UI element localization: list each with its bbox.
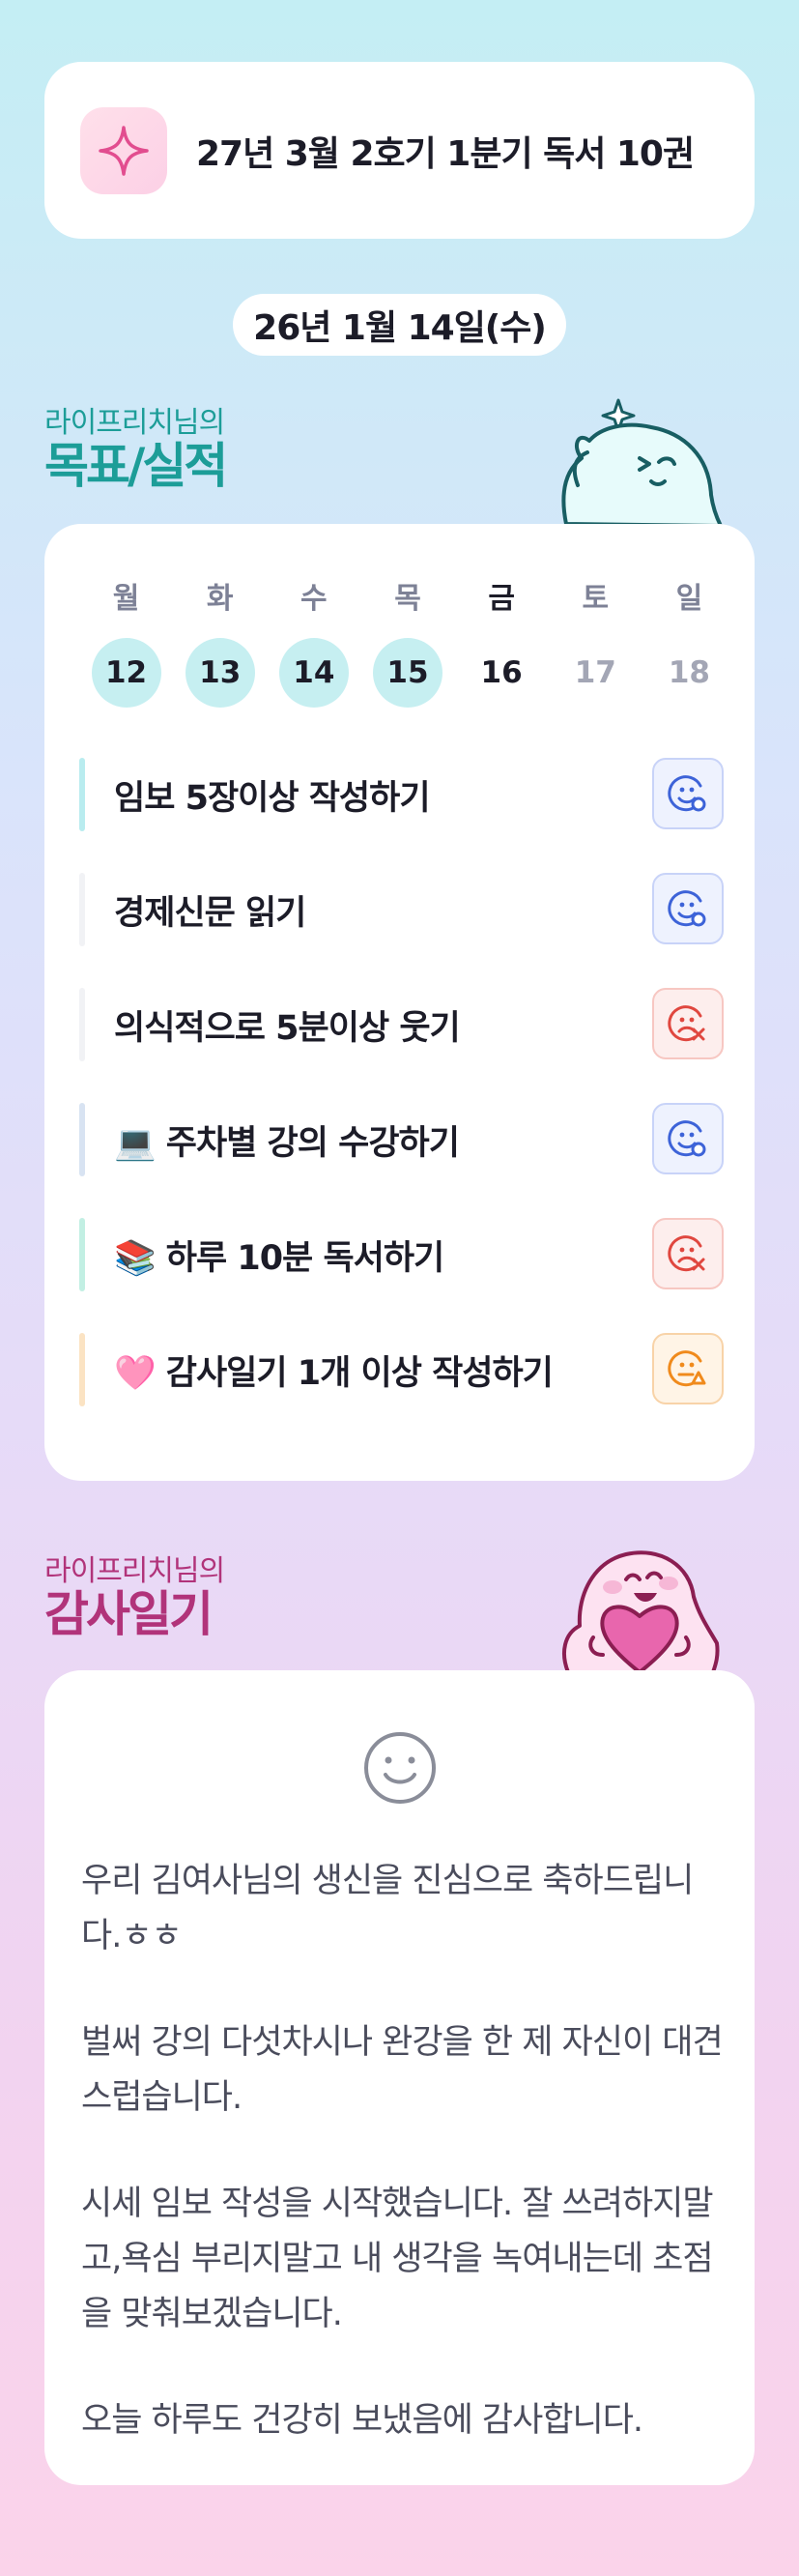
weekday-label: 목 bbox=[394, 582, 421, 616]
calendar-day[interactable]: 18 bbox=[642, 638, 736, 708]
goal-color-bar bbox=[79, 1333, 85, 1406]
goal-row[interactable]: 의식적으로 5분이상 웃기 bbox=[79, 988, 724, 1061]
calendar-day-today[interactable]: 16 bbox=[455, 638, 549, 708]
goals-card: 월 화 수 목 금 토 일 12 13 14 15 16 17 18 임보 5장… bbox=[44, 524, 755, 1481]
goal-row[interactable]: 경제신문 읽기 bbox=[79, 873, 724, 946]
weekday-label: 월 bbox=[112, 582, 140, 616]
goal-label: 의식적으로 5분이상 웃기 bbox=[114, 1008, 461, 1048]
weekday-header: 월 화 수 목 금 토 일 bbox=[79, 574, 736, 617]
sad-status-icon[interactable] bbox=[652, 988, 724, 1059]
diary-text[interactable]: 우리 김여사님의 생신을 진심으로 축하드립니다.ㅎㅎ 벌써 강의 다섯차시나 … bbox=[81, 1854, 728, 2500]
sad-status-icon[interactable] bbox=[652, 1218, 724, 1289]
goal-row[interactable]: 📚 하루 10분 독서하기 bbox=[79, 1218, 724, 1291]
neutral-status-icon[interactable] bbox=[652, 1333, 724, 1404]
goal-color-bar bbox=[79, 873, 85, 946]
goal-row[interactable]: 🩷 감사일기 1개 이상 작성하기 bbox=[79, 1333, 724, 1406]
smile-status-icon[interactable] bbox=[652, 758, 724, 829]
heart-mascot-illustration bbox=[555, 1537, 728, 1676]
weekday-label-today: 금 bbox=[488, 582, 515, 616]
goal-label: 경제신문 읽기 bbox=[114, 893, 306, 933]
sparkle-icon bbox=[80, 106, 167, 194]
diary-paragraph: 시세 임보 작성을 시작했습니다. 잘 쓰려하지말고,욕심 부리지말고 내 생각… bbox=[81, 2185, 714, 2333]
goal-color-bar bbox=[79, 1103, 85, 1176]
goal-label: 임보 5장이상 작성하기 bbox=[114, 778, 431, 818]
goals-section-title: 목표/실적 bbox=[44, 438, 228, 494]
diary-paragraph: 벌써 강의 다섯차시나 완강을 한 제 자신이 대견스럽습니다. bbox=[81, 2023, 724, 2117]
goal-label: 🩷 감사일기 1개 이상 작성하기 bbox=[114, 1353, 554, 1393]
calendar-day[interactable]: 13 bbox=[173, 638, 267, 708]
weekday-label: 수 bbox=[300, 582, 328, 616]
goal-color-bar bbox=[79, 758, 85, 831]
weekday-label: 토 bbox=[582, 582, 610, 616]
goal-banner-text: 27년 3월 2호기 1분기 독서 10권 bbox=[196, 133, 695, 174]
goal-color-bar bbox=[79, 988, 85, 1061]
goal-label: 📚 하루 10분 독서하기 bbox=[114, 1238, 444, 1278]
calendar-day[interactable]: 17 bbox=[549, 638, 642, 708]
goal-banner-card[interactable]: 27년 3월 2호기 1분기 독서 10권 bbox=[44, 62, 755, 239]
weekday-label: 일 bbox=[675, 582, 703, 616]
thanks-diary-card: 우리 김여사님의 생신을 진심으로 축하드립니다.ㅎㅎ 벌써 강의 다섯차시나 … bbox=[44, 1670, 755, 2485]
goal-color-bar bbox=[79, 1218, 85, 1291]
thanks-section-title: 감사일기 bbox=[44, 1586, 214, 1642]
goal-label: 💻 주차별 강의 수강하기 bbox=[114, 1123, 460, 1163]
date-label[interactable]: 26년 1월 14일(수) bbox=[233, 294, 566, 356]
calendar-day[interactable]: 12 bbox=[79, 638, 173, 708]
weekday-label: 화 bbox=[206, 582, 234, 616]
ghost-mascot-illustration bbox=[558, 389, 723, 533]
smile-status-icon[interactable] bbox=[652, 1103, 724, 1174]
smile-face-icon[interactable] bbox=[362, 1730, 438, 1809]
diary-paragraph: 오늘 하루도 건강히 보냈음에 감사합니다. bbox=[81, 2401, 643, 2440]
calendar-day[interactable]: 14 bbox=[267, 638, 360, 708]
goal-row[interactable]: 💻 주차별 강의 수강하기 bbox=[79, 1103, 724, 1176]
calendar-day[interactable]: 15 bbox=[360, 638, 454, 708]
smile-status-icon[interactable] bbox=[652, 873, 724, 944]
diary-paragraph: 우리 김여사님의 생신을 진심으로 축하드립니다.ㅎㅎ bbox=[81, 1862, 694, 1955]
week-days: 12 13 14 15 16 17 18 bbox=[79, 638, 736, 708]
goal-row[interactable]: 임보 5장이상 작성하기 bbox=[79, 758, 724, 831]
